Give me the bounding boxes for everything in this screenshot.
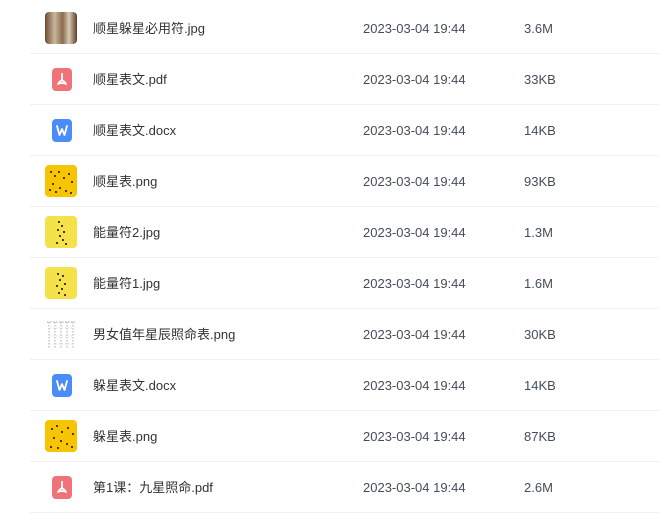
file-name[interactable]: 顺星表文.docx — [93, 105, 176, 156]
file-date: 2023-03-04 19:44 — [363, 429, 466, 444]
file-date: 2023-03-04 19:44 — [363, 174, 466, 189]
file-row[interactable]: 躲星表文.docx 2023-03-04 19:44 14KB — [30, 360, 659, 411]
file-name[interactable]: 躲星表.png — [93, 411, 157, 462]
file-size: 2.6M — [524, 480, 553, 495]
file-name[interactable]: 能量符2.jpg — [93, 207, 160, 258]
file-size: 30KB — [524, 327, 556, 342]
file-row[interactable]: 能量符2.jpg 2023-03-04 19:44 1.3M — [30, 207, 659, 258]
file-date: 2023-03-04 19:44 — [363, 480, 466, 495]
photo-thumbnail-icon — [45, 216, 77, 248]
file-date: 2023-03-04 19:44 — [363, 123, 466, 138]
file-row[interactable]: 男女值年星辰照命表.png 2023-03-04 19:44 30KB — [30, 309, 659, 360]
pdf-icon — [52, 476, 72, 499]
file-size: 1.3M — [524, 225, 553, 240]
file-date: 2023-03-04 19:44 — [363, 378, 466, 393]
file-name[interactable]: 顺星表文.pdf — [93, 54, 167, 105]
file-date: 2023-03-04 19:44 — [363, 225, 466, 240]
file-name[interactable]: 男女值年星辰照命表.png — [93, 309, 235, 360]
file-date: 2023-03-04 19:44 — [363, 72, 466, 87]
file-name[interactable]: 躲星表文.docx — [93, 360, 176, 411]
image-thumbnail-icon — [45, 420, 77, 452]
file-size: 33KB — [524, 72, 556, 87]
file-row[interactable]: 顺星表文.pdf 2023-03-04 19:44 33KB — [30, 54, 659, 105]
image-thumbnail-icon — [45, 165, 77, 197]
file-name[interactable]: 顺星表.png — [93, 156, 157, 207]
file-size: 87KB — [524, 429, 556, 444]
pdf-icon — [52, 68, 72, 91]
file-name[interactable]: 能量符1.jpg — [93, 258, 160, 309]
file-size: 14KB — [524, 123, 556, 138]
file-size: 14KB — [524, 378, 556, 393]
file-date: 2023-03-04 19:44 — [363, 327, 466, 342]
file-row[interactable]: 顺星表文.docx 2023-03-04 19:44 14KB — [30, 105, 659, 156]
file-row[interactable]: 能量符1.jpg 2023-03-04 19:44 1.6M — [30, 258, 659, 309]
file-date: 2023-03-04 19:44 — [363, 21, 466, 36]
file-row[interactable]: 顺星躲星必用符.jpg 2023-03-04 19:44 3.6M — [30, 3, 659, 54]
word-doc-icon — [52, 119, 72, 142]
file-size: 93KB — [524, 174, 556, 189]
file-list: 顺星躲星必用符.jpg 2023-03-04 19:44 3.6M 顺星表文.p… — [0, 0, 659, 517]
photo-thumbnail-icon — [45, 12, 77, 44]
file-row[interactable]: 顺星表.png 2023-03-04 19:44 93KB — [30, 156, 659, 207]
file-row[interactable]: 第1课：九星照命.pdf 2023-03-04 19:44 2.6M — [30, 462, 659, 513]
file-name[interactable]: 第1课：九星照命.pdf — [93, 462, 213, 513]
file-row[interactable]: 躲星表.png 2023-03-04 19:44 87KB — [30, 411, 659, 462]
file-size: 1.6M — [524, 276, 553, 291]
photo-thumbnail-icon — [45, 267, 77, 299]
file-name[interactable]: 顺星躲星必用符.jpg — [93, 3, 205, 54]
file-size: 3.6M — [524, 21, 553, 36]
word-doc-icon — [52, 374, 72, 397]
file-date: 2023-03-04 19:44 — [363, 276, 466, 291]
image-thumbnail-icon — [45, 318, 77, 350]
